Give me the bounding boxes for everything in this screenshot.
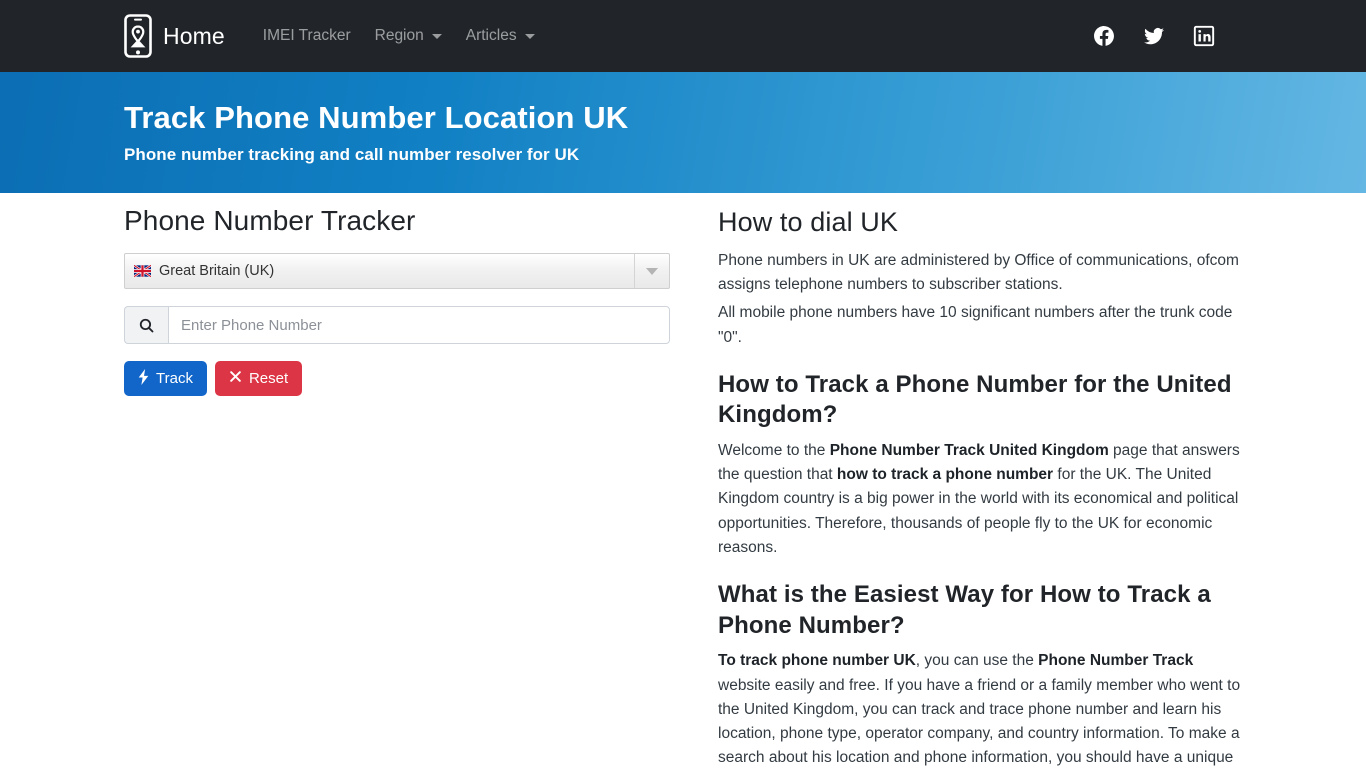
nav-label-imei-tracker: IMEI Tracker [262,27,351,44]
social-links [1092,24,1216,48]
country-select-value: Great Britain (UK) [159,263,275,279]
text-bold: how to track a phone number [836,466,1054,484]
article-panel: How to dial UK Phone numbers in UK are a… [694,193,1242,768]
nav-item-articles[interactable]: Articles [454,19,547,53]
page-subtitle: Phone number tracking and call number re… [124,144,580,164]
heading-how-to-dial: How to dial UK [718,207,898,237]
uk-flag-icon [134,265,151,277]
facebook-icon[interactable] [1092,24,1116,48]
close-x-icon [229,370,242,387]
twitter-icon[interactable] [1142,24,1166,48]
brand-label: Home [163,22,225,49]
heading-easiest-way: What is the Easiest Way for How to Track… [718,581,1211,639]
text-seg: Welcome to the [718,442,830,460]
phone-location-pin-icon [124,14,152,58]
phone-input-group [124,306,670,344]
text-seg: , you can use the [915,652,1039,670]
country-select-arrow-button[interactable] [634,254,669,288]
text-bold: To track phone number UK [718,652,916,670]
reset-button-label: Reset [248,370,289,387]
heading-how-to-track: How to Track a Phone Number for the Unit… [718,370,1232,429]
text-seg: website easily and free. If you have a f… [718,676,1241,767]
tracker-form-panel: Phone Number Tracker Great Britain (UK) [124,193,694,768]
chevron-down-icon [524,33,535,39]
paragraph-track: Welcome to the Phone Number Track United… [718,439,1242,560]
paragraph-dial-1: Phone numbers in UK are administered by … [718,252,1239,294]
nav-item-imei-tracker[interactable]: IMEI Tracker [251,19,363,53]
hero-banner: Track Phone Number Location UK Phone num… [0,72,1366,193]
phone-number-input[interactable] [168,306,670,344]
chevron-down-icon [646,267,658,275]
text-bold: Phone Number Track [1038,652,1194,670]
brand-home-link[interactable]: Home [124,14,225,58]
chevron-down-icon [431,33,442,39]
track-button[interactable]: Track [124,361,207,396]
search-icon [124,306,168,344]
country-select[interactable]: Great Britain (UK) [124,253,670,289]
track-button-label: Track [156,370,193,387]
tracker-title: Phone Number Tracker [124,205,416,236]
nav-links: IMEI Tracker Region Articles [251,19,547,53]
nav-label-articles: Articles [465,27,517,44]
bolt-icon [138,368,149,389]
main-content: Phone Number Tracker Great Britain (UK) [0,193,1366,768]
form-buttons: Track Reset [124,361,694,396]
linkedin-icon[interactable] [1192,24,1216,48]
reset-button[interactable]: Reset [214,361,303,396]
page-title: Track Phone Number Location UK [124,100,629,136]
nav-label-region: Region [374,27,424,44]
nav-item-region[interactable]: Region [363,19,454,53]
paragraph-easiest: To track phone number UK, you can use th… [718,649,1242,768]
text-bold: Phone Number Track United Kingdom [829,442,1109,460]
paragraph-dial-2: All mobile phone numbers have 10 signifi… [718,304,1233,346]
main-navbar: Home IMEI Tracker Region Articles [0,0,1366,72]
